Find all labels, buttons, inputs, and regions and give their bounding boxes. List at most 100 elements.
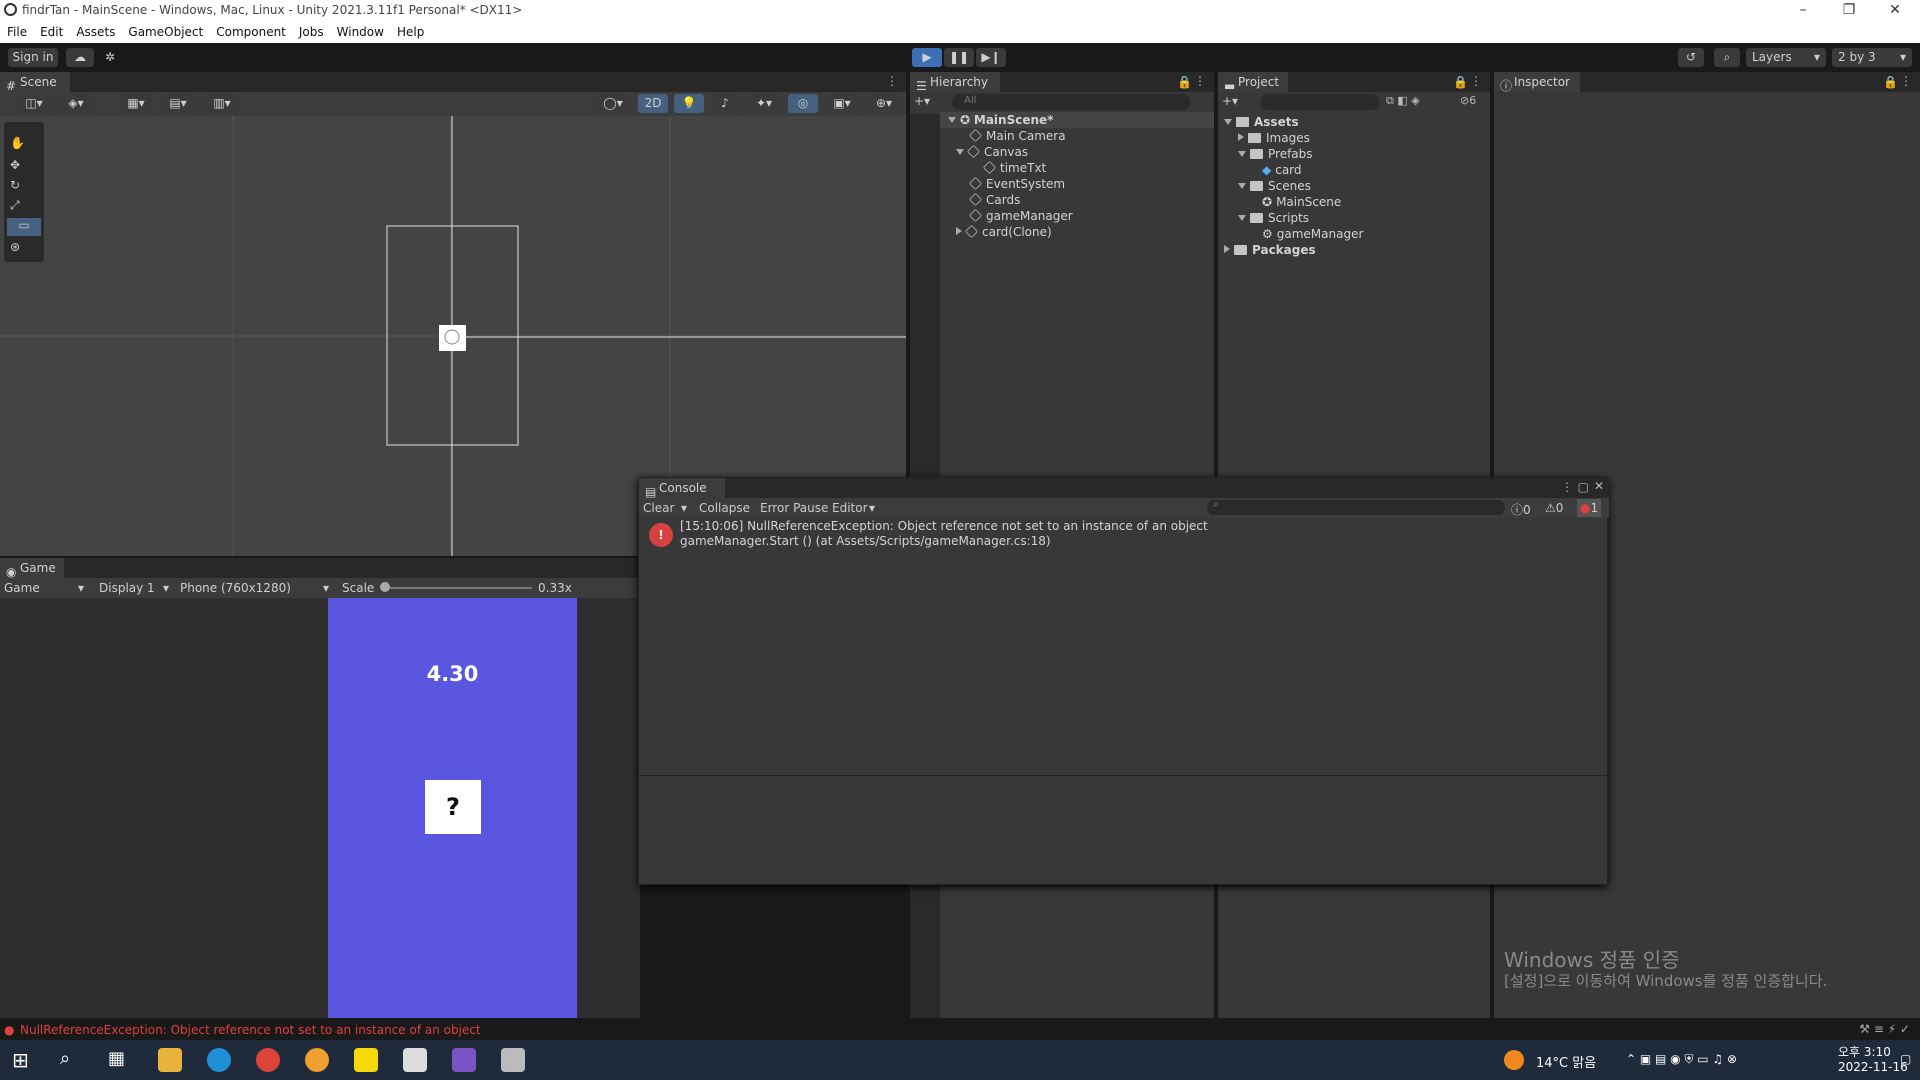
hierarchy-item-card-clone[interactable]: card(Clone): [956, 224, 1052, 240]
project-search-input[interactable]: [1260, 94, 1380, 110]
expand-icon[interactable]: [1224, 245, 1230, 253]
scale-slider[interactable]: [382, 587, 532, 589]
menu-jobs[interactable]: Jobs: [292, 22, 330, 39]
collapse-button[interactable]: Collapse: [699, 501, 750, 515]
task-view-icon[interactable]: ▦: [108, 1048, 132, 1072]
project-folder-scenes[interactable]: Scenes: [1238, 178, 1311, 194]
hierarchy-item-canvas[interactable]: Canvas: [956, 144, 1028, 160]
project-folder-images[interactable]: Images: [1238, 130, 1310, 146]
kebab-menu-icon[interactable]: ⋮: [1900, 74, 1912, 88]
editor-dropdown[interactable]: Editor: [832, 501, 868, 515]
scale-tool-icon[interactable]: ⤢: [10, 198, 20, 213]
add-icon[interactable]: +▾: [1222, 94, 1238, 108]
shading-button[interactable]: ◈▾: [58, 94, 94, 113]
step-button[interactable]: ▶❙: [976, 48, 1006, 67]
lock-icon[interactable]: 🔒: [1453, 75, 1468, 89]
kebab-menu-icon[interactable]: ⋮: [1194, 74, 1206, 88]
lock-icon[interactable]: 🔒: [1177, 75, 1192, 89]
play-button[interactable]: ▶: [912, 48, 942, 67]
lock-icon[interactable]: 🔒: [1883, 75, 1898, 89]
mode-2d-button[interactable]: 2D: [638, 94, 668, 113]
unity-icon[interactable]: [403, 1048, 427, 1072]
scale-slider-handle[interactable]: [380, 582, 390, 592]
lighting-icon[interactable]: 💡: [674, 94, 704, 113]
console-splitter[interactable]: [639, 775, 1609, 776]
expand-icon[interactable]: [956, 227, 962, 235]
filter-icons[interactable]: ⧉ ◧ ◈: [1386, 94, 1420, 108]
layers-dropdown[interactable]: Layers ▾: [1746, 48, 1826, 67]
grid-snap-button[interactable]: ▤▾: [160, 94, 196, 113]
cloud-icon[interactable]: ☁: [66, 48, 94, 67]
tab-game[interactable]: ◉ Game: [0, 558, 64, 579]
app-icon[interactable]: [305, 1048, 329, 1072]
hidden-objects-icon[interactable]: ◎: [788, 94, 818, 113]
status-message[interactable]: NullReferenceException: Object reference…: [20, 1023, 481, 1037]
notification-icon[interactable]: ▢: [1900, 1052, 1911, 1066]
project-folder-scripts[interactable]: Scripts: [1238, 210, 1309, 226]
chrome-icon[interactable]: [256, 1048, 280, 1072]
menu-gameobject[interactable]: GameObject: [121, 22, 209, 39]
gizmos-button[interactable]: ⊕▾: [866, 94, 902, 113]
menu-window[interactable]: Window: [330, 22, 390, 39]
tab-project[interactable]: ▬ Project: [1218, 72, 1288, 93]
hierarchy-item-eventsystem[interactable]: EventSystem: [968, 176, 1065, 192]
error-pause-button[interactable]: Error Pause: [760, 501, 828, 515]
menu-help[interactable]: Help: [390, 22, 430, 39]
file-explorer-icon[interactable]: [158, 1048, 182, 1072]
maximize-icon[interactable]: ▢: [1578, 480, 1589, 494]
game-mode-dropdown[interactable]: Game: [4, 581, 40, 595]
project-asset-card[interactable]: ◆ card: [1262, 162, 1302, 178]
effects-button[interactable]: ✦▾: [746, 94, 782, 113]
windows-start-icon[interactable]: ⊞: [12, 1048, 36, 1072]
expand-icon[interactable]: [1224, 119, 1232, 125]
move-tool-icon[interactable]: ✥: [10, 158, 20, 172]
weather-text[interactable]: 14°C 맑음: [1536, 1052, 1596, 1071]
increment-snap-button[interactable]: ▥▾: [204, 94, 240, 113]
tab-scene[interactable]: # Scene: [0, 72, 70, 93]
hand-tool-icon[interactable]: ✋: [10, 136, 25, 150]
game-view[interactable]: 4.30 ?: [0, 598, 640, 1018]
hierarchy-search-input[interactable]: All: [952, 94, 1190, 110]
expand-icon[interactable]: [956, 149, 964, 155]
project-folder-packages[interactable]: Packages: [1224, 242, 1316, 258]
weather-icon[interactable]: [1504, 1050, 1524, 1070]
menu-component[interactable]: Component: [209, 22, 292, 39]
project-folder-assets[interactable]: Assets: [1224, 114, 1299, 130]
kebab-menu-icon[interactable]: ⋮: [1470, 74, 1482, 88]
log-count-toggle[interactable]: ⓘ0: [1511, 501, 1531, 518]
rotate-tool-icon[interactable]: ↻: [10, 178, 20, 192]
history-icon[interactable]: ↺: [1678, 48, 1704, 67]
draw-mode-button[interactable]: ◫▾: [16, 94, 52, 113]
clock-date[interactable]: 2022-11-16: [1838, 1060, 1908, 1074]
tab-console[interactable]: ▤ Console: [639, 478, 725, 499]
display-dropdown[interactable]: Display 1: [99, 581, 155, 595]
clear-button[interactable]: Clear: [643, 501, 674, 515]
menu-file[interactable]: File: [0, 22, 33, 39]
status-icons[interactable]: ⚒ ≡ ⚡ ✓: [1859, 1022, 1910, 1036]
restore-icon[interactable]: ❐: [1826, 0, 1872, 22]
expand-icon[interactable]: [1238, 215, 1246, 221]
collab-icon[interactable]: ✲: [100, 48, 120, 67]
render-mode-button[interactable]: ◯▾: [594, 94, 632, 113]
hidden-packages-icon[interactable]: ⊘6: [1460, 94, 1476, 107]
rect-tool-icon[interactable]: ▭: [7, 218, 41, 236]
kebab-menu-icon[interactable]: ⋮: [1561, 480, 1573, 494]
edge-icon[interactable]: [207, 1048, 231, 1072]
unity-hub-icon[interactable]: [501, 1048, 525, 1072]
visual-studio-icon[interactable]: [452, 1048, 476, 1072]
hierarchy-item-timetxt[interactable]: timeTxt: [982, 160, 1046, 176]
hierarchy-item-cards[interactable]: Cards: [968, 192, 1020, 208]
expand-icon[interactable]: [1238, 133, 1244, 141]
kebab-menu-icon[interactable]: ⋮: [886, 74, 898, 88]
audio-icon[interactable]: ♪: [710, 94, 740, 113]
tab-inspector[interactable]: ⓘ Inspector: [1494, 72, 1580, 93]
sign-in-button[interactable]: Sign in: [8, 48, 58, 67]
console-log-entry[interactable]: ! [15:10:06] NullReferenceException: Obj…: [639, 518, 1609, 552]
tray-icons[interactable]: ⌃ ▣ ▤ ◉ ⛨ ▭ ♫ ⊗: [1626, 1052, 1737, 1067]
pause-button[interactable]: ❚❚: [944, 48, 974, 67]
console-search-input[interactable]: ⌕: [1207, 499, 1505, 515]
menu-edit[interactable]: Edit: [33, 22, 69, 39]
expand-icon[interactable]: [1238, 151, 1246, 157]
resolution-dropdown[interactable]: Phone (760x1280): [180, 581, 291, 595]
error-count-toggle[interactable]: ●1: [1577, 499, 1602, 517]
